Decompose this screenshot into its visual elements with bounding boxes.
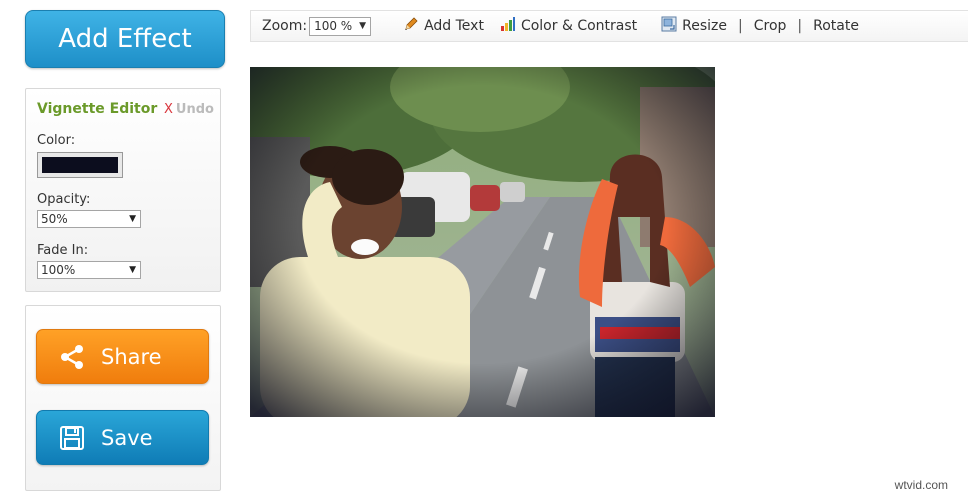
share-button[interactable]: Share: [36, 329, 209, 384]
color-label: Color:: [37, 133, 76, 148]
save-button[interactable]: Save: [36, 410, 209, 465]
undo-button[interactable]: X Undo: [164, 102, 214, 117]
editor-toolbar: Zoom: 100 % ▼ Add Text Color & Contrast: [250, 10, 968, 42]
toolbar-separator: |: [797, 18, 803, 34]
share-label: Share: [101, 344, 162, 369]
zoom-select[interactable]: 100 % ▼: [309, 16, 372, 36]
resize-link[interactable]: Resize: [682, 18, 727, 34]
fade-in-value: 100%: [41, 263, 76, 277]
fade-in-label: Fade In:: [37, 243, 89, 258]
share-icon: [59, 344, 85, 370]
toolbar-separator: |: [738, 18, 743, 34]
edited-photo: [250, 67, 715, 417]
resize-icon: [661, 16, 677, 36]
color-bars-icon: [500, 16, 516, 36]
color-picker[interactable]: [37, 152, 123, 178]
resize-crop-rotate-group: Resize | Crop | Rotate: [661, 16, 859, 36]
undo-label: Undo: [175, 102, 214, 117]
crop-link[interactable]: Crop: [754, 18, 787, 34]
vignette-editor-panel: Vignette Editor X Undo Color: Opacity: 5…: [25, 88, 221, 292]
pencil-icon: [403, 16, 419, 36]
zoom-label: Zoom:: [262, 18, 308, 34]
add-text-button[interactable]: Add Text: [403, 16, 484, 36]
share-save-panel: Share Save: [25, 305, 221, 491]
watermark: wtvid.com: [894, 478, 948, 492]
save-icon: [59, 425, 85, 451]
add-effect-button[interactable]: Add Effect: [25, 10, 225, 68]
rotate-link[interactable]: Rotate: [813, 18, 859, 34]
opacity-select[interactable]: 50% ▼: [37, 210, 141, 228]
color-contrast-label: Color & Contrast: [520, 18, 638, 34]
zoom-value: 100 %: [314, 19, 353, 33]
color-swatch-fill: [42, 157, 118, 173]
save-label: Save: [101, 425, 153, 450]
add-text-label: Add Text: [424, 18, 484, 34]
opacity-label: Opacity:: [37, 192, 91, 207]
photo-canvas[interactable]: [250, 67, 715, 417]
undo-x-icon: X: [164, 102, 173, 117]
color-contrast-button[interactable]: Color & Contrast: [500, 16, 637, 36]
chevron-down-icon: ▼: [129, 214, 136, 224]
chevron-down-icon: ▼: [129, 265, 136, 275]
opacity-value: 50%: [41, 212, 68, 226]
fade-in-select[interactable]: 100% ▼: [37, 261, 141, 279]
chevron-down-icon: ▼: [359, 21, 367, 31]
editor-title: Vignette Editor: [37, 101, 158, 117]
